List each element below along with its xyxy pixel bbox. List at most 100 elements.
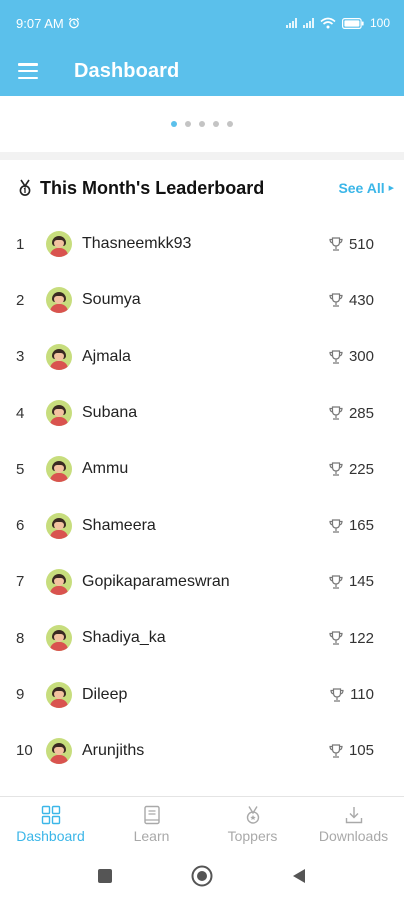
bottom-nav: Dashboard Learn Toppers Downloads <box>0 796 404 852</box>
score: 300 <box>328 348 374 365</box>
battery-level: 100 <box>369 16 390 30</box>
battery-icon <box>341 17 364 29</box>
score-value: 165 <box>348 517 374 535</box>
score-value: 110 <box>350 686 374 704</box>
rank-number: 4 <box>16 404 25 422</box>
see-all-link[interactable]: See All ▶ <box>338 180 394 196</box>
score: 110 <box>329 686 374 703</box>
trophy-icon <box>329 350 343 364</box>
rank-number: 7 <box>16 573 25 591</box>
score: 165 <box>328 517 374 534</box>
user-name: Ajmala <box>82 347 131 365</box>
rank-number: 2 <box>16 291 25 309</box>
signal-icon <box>302 18 314 28</box>
recents-square-icon[interactable] <box>97 868 113 884</box>
download-icon <box>345 807 362 824</box>
nav-item-toppers[interactable]: Toppers <box>202 797 303 852</box>
trophy-icon <box>329 462 343 476</box>
avatar <box>46 512 72 539</box>
see-all-label: See All <box>338 180 385 196</box>
score-value: 145 <box>348 573 374 591</box>
leaderboard-row[interactable]: 5 Ammu 225 <box>0 441 404 497</box>
nav-item-learn[interactable]: Learn <box>101 797 202 852</box>
trophy-icon <box>329 575 343 589</box>
medal-icon <box>246 806 259 824</box>
nav-label: Toppers <box>227 828 278 844</box>
trophy-icon <box>330 687 344 702</box>
score-value: 225 <box>348 460 374 478</box>
score: 430 <box>328 292 374 309</box>
trophy-icon <box>329 293 343 308</box>
status-time: 9:07 AM <box>16 15 64 31</box>
user-name: Shameera <box>82 516 156 534</box>
leaderboard-row[interactable]: 10 Arunjiths 105 <box>0 723 404 779</box>
chevron-right-icon: ▶ <box>388 185 394 192</box>
user-name: Gopikaparameswran <box>82 572 230 590</box>
leaderboard-row[interactable]: 7 Gopikaparameswran 145 <box>0 554 404 610</box>
score-value: 430 <box>348 291 374 309</box>
leaderboard-row[interactable]: 3 Ajmala 300 <box>0 329 404 385</box>
leaderboard-row[interactable]: 8 Shadiya_ka 122 <box>0 610 404 666</box>
avatar <box>46 456 72 483</box>
dashboard-grid-icon <box>41 805 60 825</box>
medal-icon <box>19 179 31 196</box>
app-bar: Dashboard <box>0 46 404 96</box>
back-triangle-icon[interactable] <box>291 868 307 884</box>
leaderboard-row[interactable]: 1 Thasneemkk93 510 <box>0 216 404 272</box>
leaderboard-row[interactable]: 6 Shameera 165 <box>0 497 404 553</box>
rank-number: 10 <box>16 742 33 760</box>
trophy-icon <box>329 406 343 420</box>
score: 122 <box>328 630 374 647</box>
status-left: 9:07 AM <box>16 16 80 31</box>
carousel-dot[interactable] <box>227 121 233 127</box>
nav-item-dashboard[interactable]: Dashboard <box>0 797 101 852</box>
score-value: 105 <box>348 742 374 760</box>
hamburger-menu-icon[interactable] <box>18 63 38 79</box>
carousel-dot[interactable] <box>185 121 191 127</box>
avatar <box>46 400 72 427</box>
status-bar: 9:07 AM 100 <box>0 0 404 46</box>
trophy-icon <box>329 744 343 758</box>
rank-number: 1 <box>16 235 25 253</box>
rank-number: 8 <box>16 629 25 647</box>
avatar <box>46 568 72 595</box>
alarm-icon <box>68 17 79 29</box>
score-value: 122 <box>348 629 374 647</box>
wifi-icon <box>320 17 336 29</box>
status-right: 100 <box>285 16 390 30</box>
nav-label: Downloads <box>318 828 389 844</box>
carousel-dot[interactable] <box>213 121 219 127</box>
rank-number: 5 <box>16 460 25 478</box>
avatar <box>46 681 72 708</box>
user-name: Subana <box>82 404 138 422</box>
user-name: Soumya <box>82 291 141 309</box>
leaderboard-list: 1 Thasneemkk93 510 2 Soumya 430 3 Ajmala… <box>0 216 404 779</box>
score: 510 <box>328 236 374 253</box>
leaderboard-title-wrap: This Month's Leaderboard <box>16 178 264 199</box>
nav-label: Dashboard <box>16 828 85 844</box>
carousel-dot[interactable] <box>171 121 177 127</box>
score-value: 285 <box>348 404 374 422</box>
trophy-icon <box>329 631 343 645</box>
rank-number: 3 <box>16 348 25 366</box>
leaderboard-row[interactable]: 2 Soumya 430 <box>0 272 404 328</box>
leaderboard-row[interactable]: 9 Dileep 110 <box>0 666 404 722</box>
score-value: 300 <box>348 348 374 366</box>
avatar <box>46 287 72 314</box>
trophy-icon <box>329 519 343 533</box>
score: 285 <box>328 405 374 422</box>
avatar <box>46 625 72 652</box>
leaderboard-row[interactable]: 4 Subana 285 <box>0 385 404 441</box>
user-name: Dileep <box>82 685 128 703</box>
score: 225 <box>328 461 374 478</box>
carousel-dot[interactable] <box>199 121 205 127</box>
user-name: Arunjiths <box>82 741 145 759</box>
nav-item-downloads[interactable]: Downloads <box>303 797 404 852</box>
avatar <box>46 343 72 370</box>
user-name: Thasneemkk93 <box>82 235 192 253</box>
page-title: Dashboard <box>74 59 180 82</box>
user-name: Shadiya_ka <box>82 629 166 647</box>
avatar <box>46 231 72 258</box>
home-circle-icon[interactable] <box>191 865 213 887</box>
score: 145 <box>328 573 374 590</box>
